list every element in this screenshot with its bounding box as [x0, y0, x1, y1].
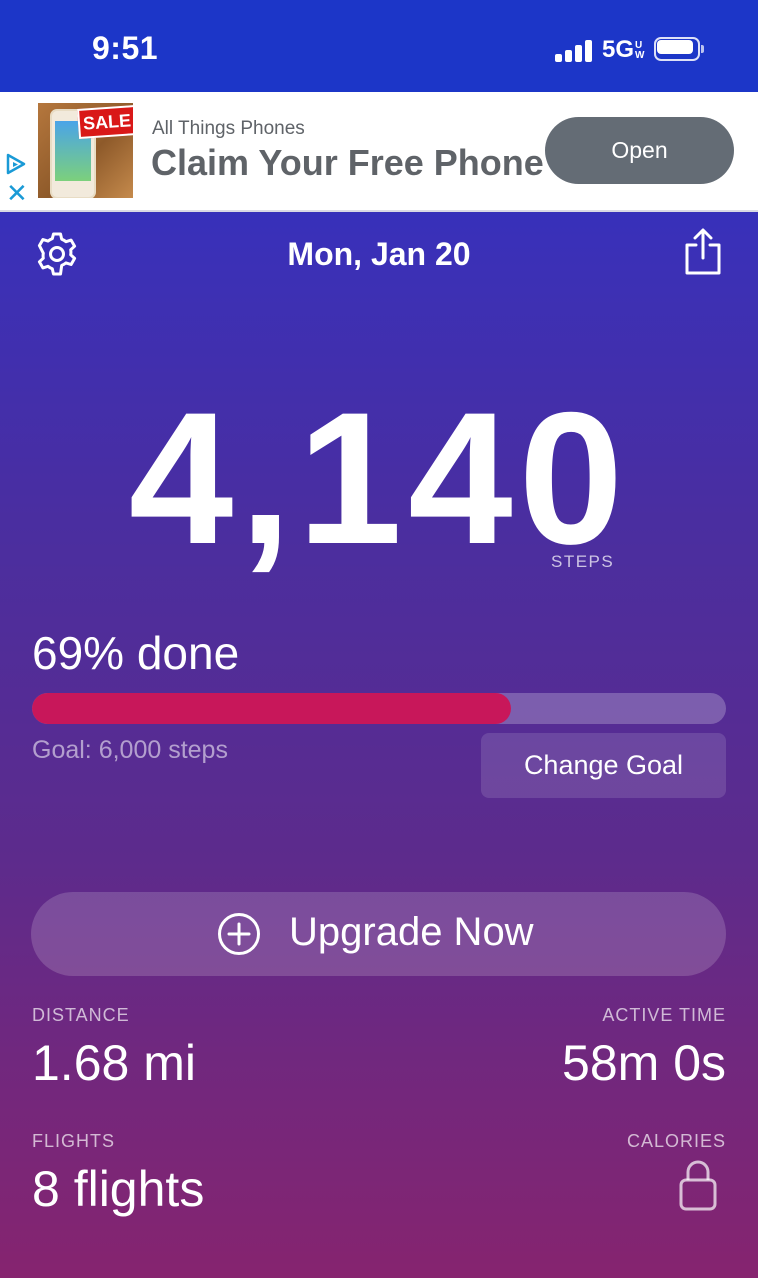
ad-image[interactable]: SALE [38, 103, 133, 198]
goal-label: Goal: 6,000 steps [32, 736, 228, 764]
progress-percent: 69% done [32, 627, 240, 679]
network-suffix: UW [635, 39, 645, 61]
ad-advertiser[interactable]: All Things Phones [152, 118, 305, 140]
active-time-label: ACTIVE TIME [602, 1005, 726, 1025]
battery-icon [654, 37, 704, 61]
step-counter-screen: 9:51 5GUW ✕ SALE All Things Phones Claim… [0, 0, 758, 1278]
adchoices-icon[interactable] [4, 152, 28, 176]
lock-icon[interactable] [678, 1158, 718, 1212]
steps-unit-label: STEPS [551, 552, 615, 571]
status-time: 9:51 [92, 30, 159, 66]
date-label[interactable]: Mon, Jan 20 [0, 236, 758, 273]
plus-circle-icon [218, 913, 260, 955]
steps-count: 4,140 [128, 373, 630, 583]
cellular-signal-icon [555, 40, 592, 62]
calories-label: CALORIES [626, 1131, 726, 1151]
goal-progress-fill [32, 693, 511, 724]
network-indicator: 5GUW [602, 36, 645, 64]
upgrade-label: Upgrade Now [289, 910, 534, 954]
ad-banner[interactable]: ✕ SALE All Things Phones Claim Your Free… [0, 92, 758, 212]
share-icon[interactable] [682, 228, 724, 276]
ad-headline[interactable]: Claim Your Free Phone [151, 142, 544, 184]
upgrade-now-button[interactable]: Upgrade Now [31, 892, 726, 976]
goal-progress-bar [32, 693, 726, 724]
flights-value: 8 flights [32, 1161, 205, 1217]
status-bar: 9:51 5GUW [0, 0, 758, 92]
close-icon[interactable]: ✕ [6, 180, 28, 206]
change-goal-button[interactable]: Change Goal [481, 733, 726, 798]
network-type: 5G [602, 36, 635, 63]
ad-open-button[interactable]: Open [545, 117, 734, 184]
flights-label: FLIGHTS [32, 1131, 116, 1151]
ad-sale-badge: SALE [77, 105, 133, 139]
distance-value: 1.68 mi [32, 1035, 196, 1091]
distance-label: DISTANCE [32, 1005, 130, 1025]
active-time-value: 58m 0s [562, 1035, 726, 1091]
